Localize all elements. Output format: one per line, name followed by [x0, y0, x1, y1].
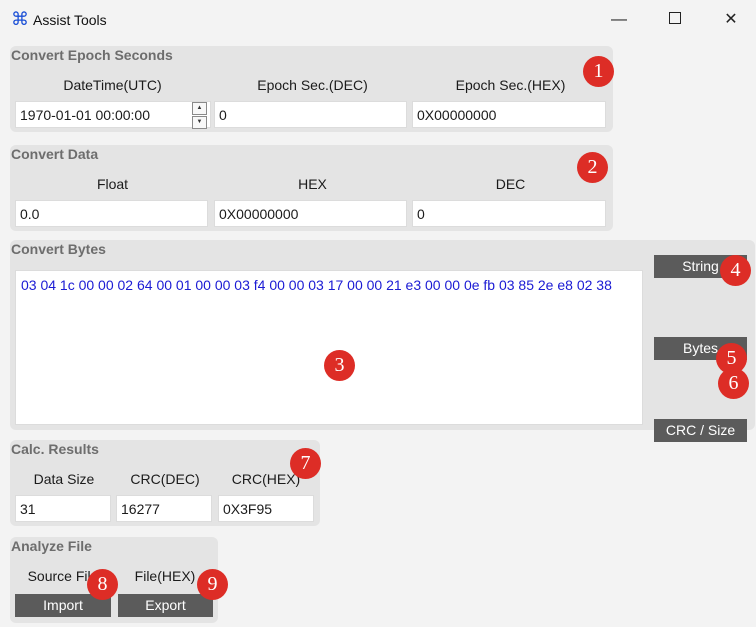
crc-dec-label: CRC(DEC)	[130, 471, 200, 487]
title-bar: ⌘ Assist Tools — ✕	[0, 0, 756, 40]
badge-7: 7	[290, 448, 321, 479]
window-title: Assist Tools	[33, 12, 107, 28]
dec-label: DEC	[495, 176, 526, 192]
badge-3: 3	[324, 350, 355, 381]
epoch-group: Convert Epoch Seconds DateTime(UTC) Epoc…	[10, 46, 613, 132]
crc-dec-input[interactable]: 16277	[116, 495, 212, 522]
badge-2: 2	[577, 152, 608, 183]
epoch-dec-input[interactable]: 0	[214, 101, 407, 128]
badge-9: 9	[197, 569, 228, 600]
badge-4: 4	[720, 255, 751, 286]
spin-down-icon[interactable]: ▼	[192, 116, 207, 129]
analyze-title: Analyze File	[11, 538, 92, 554]
epoch-dec-label: Epoch Sec.(DEC)	[257, 77, 368, 93]
data-size-label: Data Size	[33, 471, 95, 487]
crc-hex-input[interactable]: 0X3F95	[218, 495, 314, 522]
dec-input[interactable]: 0	[412, 200, 606, 227]
epoch-hex-label: Epoch Sec.(HEX)	[455, 77, 566, 93]
convert-bytes-title: Convert Bytes	[11, 241, 106, 257]
epoch-group-title: Convert Epoch Seconds	[11, 47, 173, 63]
crc-size-button[interactable]: CRC / Size	[654, 419, 747, 442]
float-label: Float	[96, 176, 129, 192]
spin-up-icon[interactable]: ▲	[192, 102, 207, 115]
badge-1: 1	[583, 56, 614, 87]
convert-data-group: Convert Data Float HEX DEC 0.0 0X0000000…	[10, 145, 613, 231]
results-group: Calc. Results Data Size CRC(DEC) CRC(HEX…	[10, 440, 320, 526]
datetime-input[interactable]: 1970-01-01 00:00:00	[15, 101, 211, 128]
data-size-input[interactable]: 31	[15, 495, 111, 522]
export-button[interactable]: Export	[118, 594, 213, 617]
epoch-hex-input[interactable]: 0X00000000	[412, 101, 606, 128]
maximize-button[interactable]	[652, 4, 698, 36]
minimize-button[interactable]: —	[596, 4, 642, 36]
maximize-icon	[669, 12, 681, 25]
convert-bytes-group: Convert Bytes 03 04 1c 00 00 02 64 00 01…	[10, 240, 755, 442]
datetime-spinner[interactable]: ▲ ▼	[192, 102, 207, 129]
badge-6: 6	[718, 368, 749, 399]
hex-input[interactable]: 0X00000000	[214, 200, 407, 227]
datetime-label: DateTime(UTC)	[63, 77, 162, 93]
convert-data-title: Convert Data	[11, 146, 99, 162]
float-input[interactable]: 0.0	[15, 200, 208, 227]
badge-8: 8	[87, 569, 118, 600]
bytes-textarea[interactable]: 03 04 1c 00 00 02 64 00 01 00 00 03 f4 0…	[15, 270, 643, 425]
hex-label: HEX	[298, 176, 327, 192]
command-icon: ⌘	[11, 9, 29, 29]
close-button[interactable]: ✕	[708, 4, 754, 36]
results-title: Calc. Results	[11, 441, 99, 457]
